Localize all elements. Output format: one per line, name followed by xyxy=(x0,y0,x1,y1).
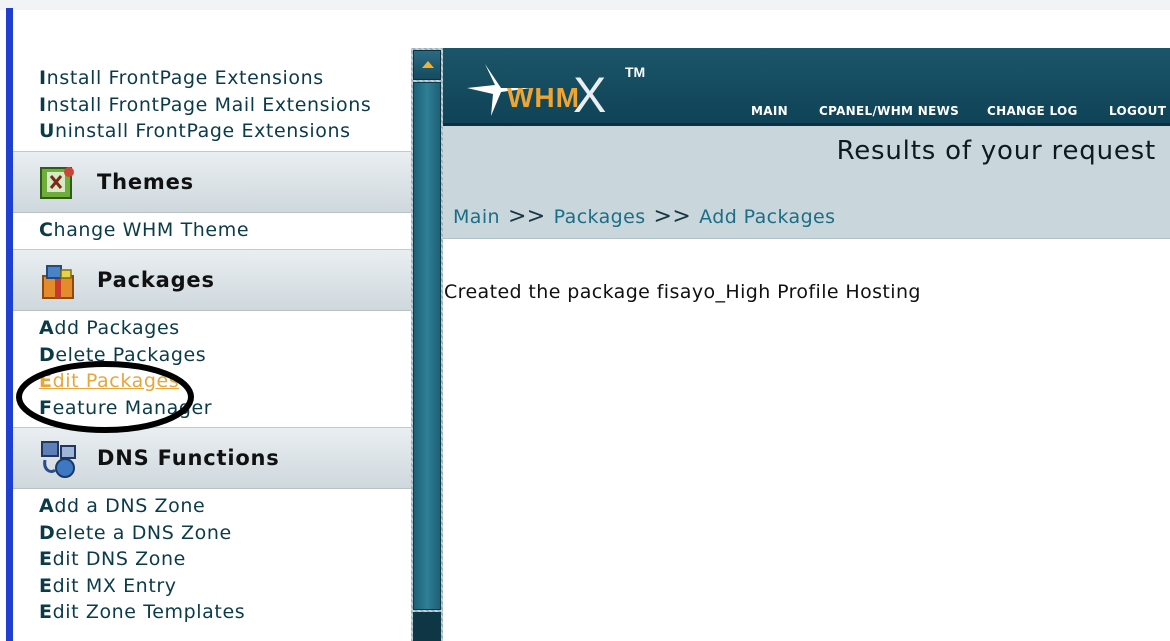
install-frontpage-mail-extensions-link[interactable]: Install FrontPage Mail Extensions xyxy=(39,92,411,119)
dns-functions-title: DNS Functions xyxy=(97,446,280,470)
logo-x: X xyxy=(573,67,607,123)
left-accent-bar xyxy=(6,8,13,641)
uninstall-frontpage-extensions-link[interactable]: Uninstall FrontPage Extensions xyxy=(39,118,411,145)
header-bar: WHM X TM MAIN CPANEL/WHM NEWS CHANGE LOG… xyxy=(443,48,1170,126)
logo-text: WHM xyxy=(507,82,580,113)
breadcrumb-packages[interactable]: Packages xyxy=(554,206,646,228)
change-whm-theme-link[interactable]: Change WHM Theme xyxy=(39,217,411,244)
breadcrumb-separator: >> xyxy=(507,204,546,229)
nav-main[interactable]: MAIN xyxy=(751,104,788,118)
section-header-dns: DNS Functions xyxy=(13,427,411,489)
dns-links: Add a DNS Zone Delete a DNS Zone Edit DN… xyxy=(13,493,411,626)
dns-icon xyxy=(41,441,76,478)
sidebar: Install FrontPage Extensions Install Fro… xyxy=(13,48,411,641)
packages-title: Packages xyxy=(97,268,215,292)
breadcrumb: Main >> Packages >> Add Packages xyxy=(453,204,835,229)
delete-dns-zone-link[interactable]: Delete a DNS Zone xyxy=(39,520,411,547)
install-frontpage-extensions-link[interactable]: Install FrontPage Extensions xyxy=(39,65,411,92)
section-header-themes: Themes xyxy=(13,150,411,213)
section-header-packages: Packages xyxy=(13,249,411,311)
arrow-up-icon[interactable] xyxy=(413,50,441,80)
edit-dns-zone-link[interactable]: Edit DNS Zone xyxy=(39,546,411,573)
breadcrumb-main[interactable]: Main xyxy=(453,206,500,228)
themes-icon xyxy=(40,166,74,199)
edit-mx-entry-link[interactable]: Edit MX Entry xyxy=(39,573,411,600)
add-packages-link[interactable]: Add Packages xyxy=(39,315,411,342)
top-strip xyxy=(0,0,1170,10)
result-message: Created the package fisayo_High Profile … xyxy=(444,281,921,303)
nav-logout[interactable]: LOGOUT xyxy=(1109,104,1166,118)
add-dns-zone-link[interactable]: Add a DNS Zone xyxy=(39,493,411,520)
page-title: Results of your request xyxy=(836,136,1156,166)
breadcrumb-add-packages[interactable]: Add Packages xyxy=(699,206,835,228)
packages-icon xyxy=(42,265,74,299)
themes-links: Change WHM Theme xyxy=(13,217,411,244)
breadcrumb-separator: >> xyxy=(653,204,692,229)
frontpage-links: Install FrontPage Extensions Install Fro… xyxy=(13,48,411,145)
themes-title: Themes xyxy=(97,169,194,194)
logo-tm: TM xyxy=(625,64,646,80)
sidebar-scrollbar[interactable] xyxy=(411,48,443,641)
nav-change-log[interactable]: CHANGE LOG xyxy=(987,104,1078,118)
result-panel: Results of your request Main >> Packages >>… xyxy=(443,126,1170,239)
nav-cpanel-whm-news[interactable]: CPANEL/WHM NEWS xyxy=(819,104,959,118)
scrollbar-track-bottom xyxy=(413,612,441,641)
scrollbar-thumb[interactable] xyxy=(413,82,441,610)
edit-zone-templates-link[interactable]: Edit Zone Templates xyxy=(39,599,411,626)
annotation-circle xyxy=(16,361,194,433)
